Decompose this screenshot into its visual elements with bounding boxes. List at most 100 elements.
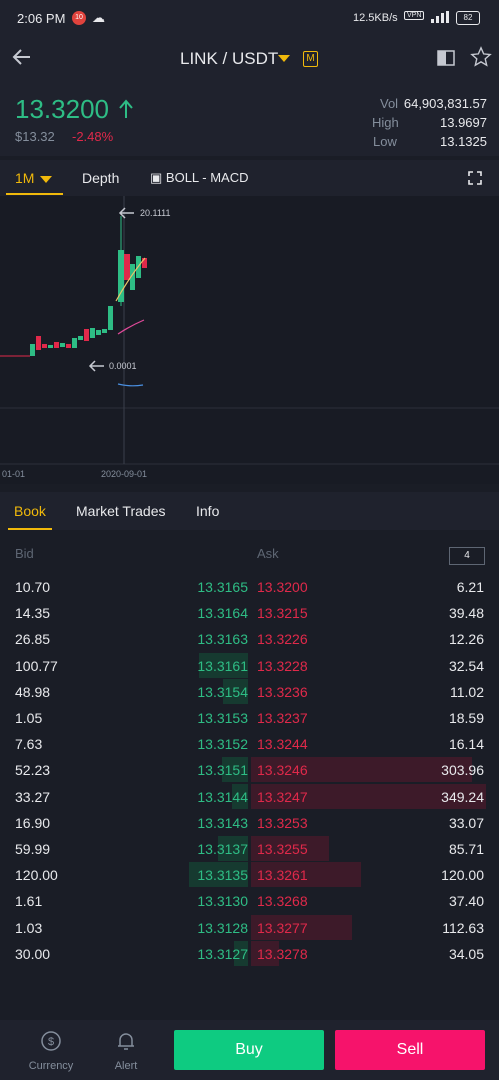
orderbook-tabs: Book Market Trades Info	[0, 492, 499, 530]
order-book-row[interactable]: 59.99 13.3137 13.3255 85.71	[0, 836, 499, 862]
ask-quantity: 303.96	[441, 762, 484, 779]
bid-price: 13.3153	[197, 710, 248, 726]
ask-quantity: 120.00	[441, 867, 484, 884]
ask-quantity: 6.21	[456, 579, 484, 595]
chevron-down-icon[interactable]	[40, 176, 52, 183]
ask-price: 13.3215	[257, 605, 308, 622]
candlestick-chart[interactable]: 20.1111 0.0001 01-01 2020-09-01	[0, 196, 499, 484]
signal-icon	[431, 11, 449, 23]
ask-quantity: 18.59	[448, 710, 484, 726]
ask-quantity: 39.48	[448, 605, 484, 622]
ask-price: 13.3268	[257, 893, 308, 910]
bid-price: 13.3130	[197, 893, 248, 910]
bid-quantity: 33.27	[15, 788, 51, 805]
order-book-row[interactable]: 7.63 13.3152 13.3244 16.14	[0, 731, 499, 757]
bid-price: 13.3128	[197, 919, 248, 936]
order-book-row[interactable]: 30.00 13.3127 13.3278 34.05	[0, 940, 499, 967]
order-book-row[interactable]: 26.85 13.3163 13.3226 12.26	[0, 626, 499, 652]
chart-date-right: 2020-09-01	[101, 469, 148, 479]
vpn-icon: VPN	[404, 11, 425, 20]
top-app-bar: LINK / USDT M	[0, 36, 499, 82]
ask-price: 13.3237	[257, 710, 308, 726]
bid-quantity: 1.61	[15, 893, 43, 910]
status-bar: 2:06 PM 10 ☁ 12.5KB/s VPN 82	[0, 0, 499, 36]
order-book: Bid Ask 4 10.70 13.3165 13.3200 6.21 14.35 13…	[0, 530, 499, 1020]
tab-book[interactable]: Book	[14, 503, 46, 519]
bid-quantity: 26.85	[15, 631, 51, 648]
order-book-row[interactable]: 10.70 13.3165 13.3200 6.21	[0, 574, 499, 600]
ask-quantity: 37.40	[448, 893, 484, 910]
bid-quantity: 14.35	[15, 605, 51, 622]
ask-price: 13.3246	[257, 762, 308, 779]
chart-high-marker: 20.1111	[140, 208, 171, 218]
bid-quantity: 100.77	[15, 657, 58, 674]
bid-price: 13.3144	[197, 788, 248, 805]
depth-selector[interactable]: 4	[449, 547, 485, 565]
ask-price: 13.3228	[257, 657, 308, 674]
chevron-down-icon[interactable]	[278, 55, 290, 62]
battery-icon: 82	[456, 11, 480, 25]
indicators-label: BOLL - MACD	[165, 170, 249, 185]
ask-quantity: 16.14	[448, 736, 484, 753]
tab-depth[interactable]: Depth	[82, 170, 119, 186]
ask-quantity: 112.63	[442, 919, 484, 936]
order-book-row[interactable]: 1.61 13.3130 13.3268 37.40	[0, 888, 499, 914]
bid-price: 13.3137	[197, 841, 248, 857]
indicators-button[interactable]: ▣ BOLL - MACD	[150, 170, 249, 186]
order-book-row[interactable]: 1.03 13.3128 13.3277 112.63	[0, 914, 499, 941]
bid-price: 13.3143	[197, 814, 248, 831]
volume-value: 64,903,831.57	[403, 96, 487, 111]
back-arrow-icon[interactable]	[10, 45, 34, 69]
last-price: 13.3200	[15, 94, 109, 124]
favorite-star-icon[interactable]	[470, 46, 492, 68]
sell-button[interactable]: Sell	[335, 1030, 485, 1070]
order-book-row[interactable]: 16.90 13.3143 13.3253 33.07	[0, 810, 499, 836]
indicator-icon: ▣	[150, 170, 166, 185]
bid-price: 13.3165	[197, 579, 248, 595]
currency-button[interactable]: $ Currency	[21, 1026, 81, 1076]
cloud-icon: ☁	[92, 10, 105, 25]
tab-market-trades[interactable]: Market Trades	[76, 503, 165, 519]
ask-quantity: 33.07	[448, 814, 484, 831]
trading-pair-selector[interactable]: LINK / USDT	[180, 49, 278, 69]
bid-price: 13.3154	[197, 683, 248, 700]
ask-quantity: 85.71	[448, 841, 484, 857]
order-book-row[interactable]: 48.98 13.3154 13.3236 11.02	[0, 678, 499, 705]
currency-icon: $	[41, 1031, 61, 1051]
interval-selector[interactable]: 1M	[15, 170, 34, 186]
ask-price: 13.3244	[257, 736, 308, 753]
ask-quantity: 12.26	[448, 631, 484, 648]
margin-badge[interactable]: M	[303, 51, 318, 67]
low-value: 13.1325	[440, 134, 487, 149]
layout-switch-icon[interactable]	[437, 49, 455, 67]
ask-price: 13.3255	[257, 841, 308, 857]
ask-quantity: 32.54	[448, 657, 484, 674]
bid-price: 13.3127	[197, 945, 248, 962]
bid-price: 13.3161	[197, 657, 248, 674]
chart-toolbar: 1M Depth ▣ BOLL - MACD	[0, 160, 499, 196]
currency-label: Currency	[28, 1060, 74, 1072]
order-book-row[interactable]: 1.05 13.3153 13.3237 18.59	[0, 705, 499, 731]
ask-price: 13.3236	[257, 683, 308, 700]
svg-text:$: $	[48, 1036, 54, 1048]
high-value: 13.9697	[440, 115, 487, 130]
bid-price: 13.3164	[197, 605, 248, 622]
usd-price: $13.32	[15, 129, 55, 144]
order-book-row[interactable]: 100.77 13.3161 13.3228 32.54	[0, 652, 499, 679]
ask-quantity: 11.02	[450, 683, 484, 700]
order-book-row[interactable]: 14.35 13.3164 13.3215 39.48	[0, 600, 499, 626]
tab-info[interactable]: Info	[196, 503, 219, 519]
order-book-row[interactable]: 52.23 13.3151 13.3246 303.96	[0, 757, 499, 783]
bid-quantity: 1.03	[15, 919, 43, 936]
order-book-row[interactable]: 120.00 13.3135 13.3261 120.00	[0, 862, 499, 888]
bell-icon	[118, 1033, 134, 1050]
fullscreen-icon[interactable]	[467, 170, 483, 186]
alert-button[interactable]: Alert	[96, 1026, 156, 1076]
bid-price: 13.3151	[197, 762, 248, 779]
buy-button[interactable]: Buy	[174, 1030, 324, 1070]
high-marker-arrow-icon	[118, 207, 134, 219]
active-tab-indicator	[6, 193, 63, 195]
order-book-row[interactable]: 33.27 13.3144 13.3247 349.24	[0, 783, 499, 810]
bid-quantity: 10.70	[15, 579, 51, 595]
ask-price: 13.3247	[257, 788, 308, 805]
